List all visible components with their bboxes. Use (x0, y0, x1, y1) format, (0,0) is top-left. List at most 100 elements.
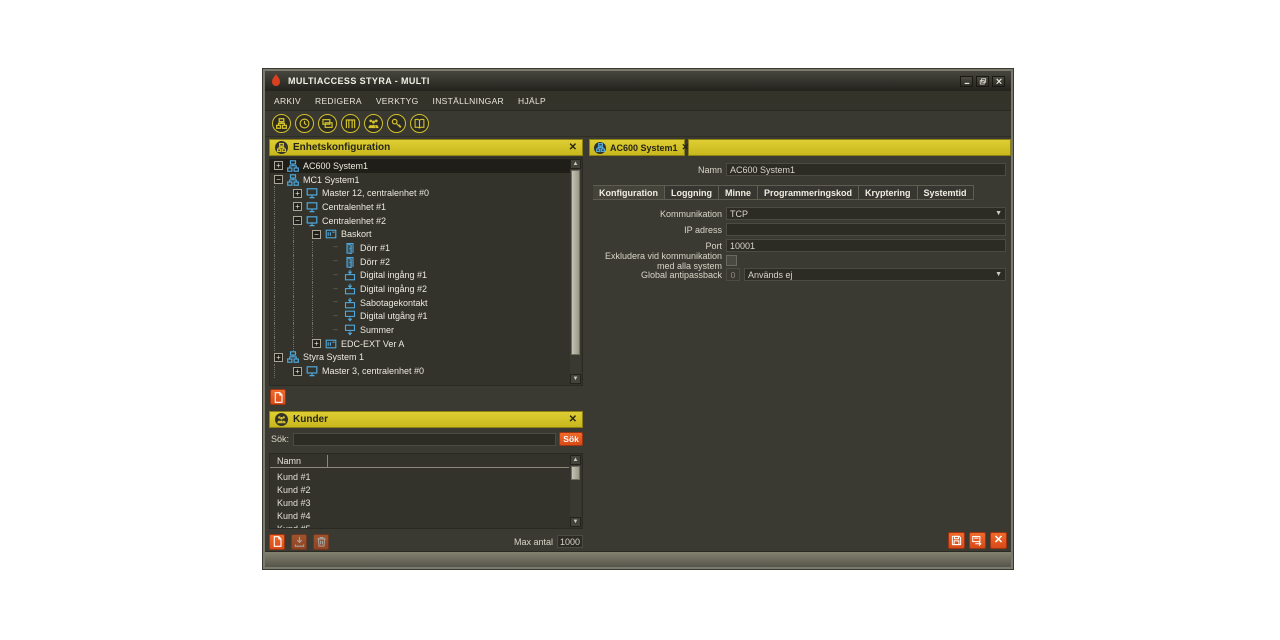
scroll-up-icon[interactable]: ▲ (570, 455, 581, 465)
customer-row[interactable]: Kund #5 (270, 522, 569, 529)
scroll-up-icon[interactable]: ▲ (570, 159, 581, 169)
kommunikation-select[interactable]: TCP ▼ (726, 207, 1006, 220)
time-schedule-icon[interactable] (295, 114, 314, 133)
config-tab[interactable]: Minne (719, 185, 758, 200)
customers-header: Kunder ✕ (269, 411, 583, 428)
tree-scroll-thumb[interactable] (571, 170, 580, 355)
menu-item[interactable]: ARKIV (274, 96, 301, 106)
exkludera-row: Exkludera vid kommunikation med alla sys… (585, 254, 1006, 267)
editor-tab-ac600[interactable]: AC600 System1 ✕ (589, 139, 685, 156)
config-tab[interactable]: Systemtid (918, 185, 974, 200)
tree-guide (274, 323, 293, 337)
tree-expand-toggle[interactable]: + (274, 161, 283, 170)
close-button[interactable] (992, 76, 1005, 87)
customer-row[interactable]: Kund #3 (270, 496, 569, 509)
delete-customer-button[interactable] (313, 534, 329, 550)
menu-item[interactable]: INSTÄLLNINGAR (433, 96, 504, 106)
antipassback-select[interactable]: Används ej ▼ (744, 268, 1006, 281)
close-editor-button[interactable]: ✕ (990, 532, 1007, 549)
cards-icon[interactable] (318, 114, 337, 133)
config-tab[interactable]: Konfiguration (593, 185, 665, 200)
minimize-button[interactable] (960, 76, 973, 87)
tree-item-icon (344, 297, 356, 309)
tree-expand-toggle[interactable]: + (312, 339, 321, 348)
customers-scroll-thumb[interactable] (571, 466, 580, 480)
tree-item[interactable]: + AC600 System1 (270, 159, 570, 173)
tree-item[interactable]: ‒ Dörr #2 (270, 255, 570, 269)
namn-label: Namn (585, 165, 726, 175)
tree-expand-toggle[interactable]: ‒ (331, 271, 340, 280)
port-field[interactable] (726, 239, 1006, 252)
tree-guide (293, 296, 312, 310)
search-button[interactable]: Sök (559, 432, 583, 446)
tree-indent (270, 241, 331, 255)
new-system-button[interactable] (270, 389, 286, 405)
tree-guide (312, 310, 331, 324)
scroll-down-icon[interactable]: ▼ (570, 517, 581, 527)
tree-expand-toggle[interactable]: ‒ (331, 285, 340, 294)
ip-field[interactable] (726, 223, 1006, 236)
new-customer-button[interactable] (269, 534, 285, 550)
tree-item-icon (344, 242, 356, 254)
tree-item[interactable]: ‒ Digital utgång #1 (270, 310, 570, 324)
config-tab[interactable]: Loggning (665, 185, 719, 200)
logbook-icon[interactable] (410, 114, 429, 133)
menu-item[interactable]: VERKTYG (376, 96, 419, 106)
device-config-icon[interactable] (272, 114, 291, 133)
tree-expand-toggle[interactable]: ‒ (331, 257, 340, 266)
max-antal-value[interactable]: 1000 (557, 535, 583, 548)
tree-expand-toggle[interactable]: + (293, 189, 302, 198)
tree-item[interactable]: + EDC-EXT Ver A (270, 337, 570, 351)
customers-close-icon[interactable]: ✕ (569, 414, 577, 425)
tree-item[interactable]: + Master 3, centralenhet #0 (270, 364, 570, 378)
restore-button[interactable] (976, 76, 989, 87)
tree-expand-toggle[interactable]: + (293, 202, 302, 211)
persons-icon[interactable] (364, 114, 383, 133)
namn-field[interactable] (726, 163, 1006, 176)
customer-row[interactable]: Kund #1 (270, 470, 569, 483)
save-button[interactable] (948, 532, 965, 549)
transfer-button[interactable] (969, 532, 986, 549)
tree-expand-toggle[interactable]: ‒ (331, 312, 340, 321)
device-config-close-icon[interactable]: ✕ (569, 142, 577, 153)
tree-expand-toggle[interactable]: − (274, 175, 283, 184)
tree-expand-toggle[interactable]: + (274, 353, 283, 362)
tree-item[interactable]: ‒ Digital ingång #1 (270, 269, 570, 283)
config-tab[interactable]: Kryptering (859, 185, 918, 200)
customer-row[interactable]: Kund #2 (270, 483, 569, 496)
tree-item[interactable]: ‒ Dörr #1 (270, 241, 570, 255)
customer-row[interactable]: Kund #4 (270, 509, 569, 522)
column-header-namn[interactable]: Namn (270, 455, 328, 467)
tree-item[interactable]: ‒ Digital ingång #2 (270, 282, 570, 296)
config-tab[interactable]: Programmeringskod (758, 185, 859, 200)
tree-expand-toggle[interactable]: ‒ (331, 298, 340, 307)
device-tree: + AC600 System1 − MC1 System1 (269, 157, 583, 386)
tree-item[interactable]: − Centralenhet #2 (270, 214, 570, 228)
close-icon: ✕ (994, 535, 1003, 546)
editor-footer: ✕ (948, 532, 1007, 549)
tree-expand-toggle[interactable]: − (312, 230, 321, 239)
tree-item[interactable]: + Master 12, centralenhet #0 (270, 186, 570, 200)
tree-item[interactable]: − MC1 System1 (270, 173, 570, 187)
tree-item-label: AC600 System1 (303, 161, 368, 171)
tree-item[interactable]: + Centralenhet #1 (270, 200, 570, 214)
exkludera-checkbox[interactable] (726, 255, 737, 266)
customer-search-input[interactable] (293, 433, 556, 446)
tree-expand-toggle[interactable]: ‒ (331, 326, 340, 335)
tree-item[interactable]: ‒ Sabotagekontakt (270, 296, 570, 310)
tree-expand-toggle[interactable]: ‒ (331, 243, 340, 252)
scroll-down-icon[interactable]: ▼ (570, 374, 581, 384)
customers-scrollbar[interactable]: ▲ ▼ (570, 455, 581, 527)
menu-item[interactable]: HJÄLP (518, 96, 546, 106)
tree-scrollbar[interactable]: ▲ ▼ (570, 159, 581, 384)
menu-item[interactable]: REDIGERA (315, 96, 362, 106)
import-customer-button[interactable] (291, 534, 307, 550)
tree-item[interactable]: ‒ Summer (270, 323, 570, 337)
passage-icon[interactable] (341, 114, 360, 133)
tree-item[interactable]: − Baskort (270, 227, 570, 241)
key-icon[interactable] (387, 114, 406, 133)
tree-expand-toggle[interactable]: − (293, 216, 302, 225)
tree-expand-toggle[interactable]: + (293, 367, 302, 376)
tree-item-label: Sabotagekontakt (360, 298, 428, 308)
tree-item[interactable]: + Styra System 1 (270, 351, 570, 365)
